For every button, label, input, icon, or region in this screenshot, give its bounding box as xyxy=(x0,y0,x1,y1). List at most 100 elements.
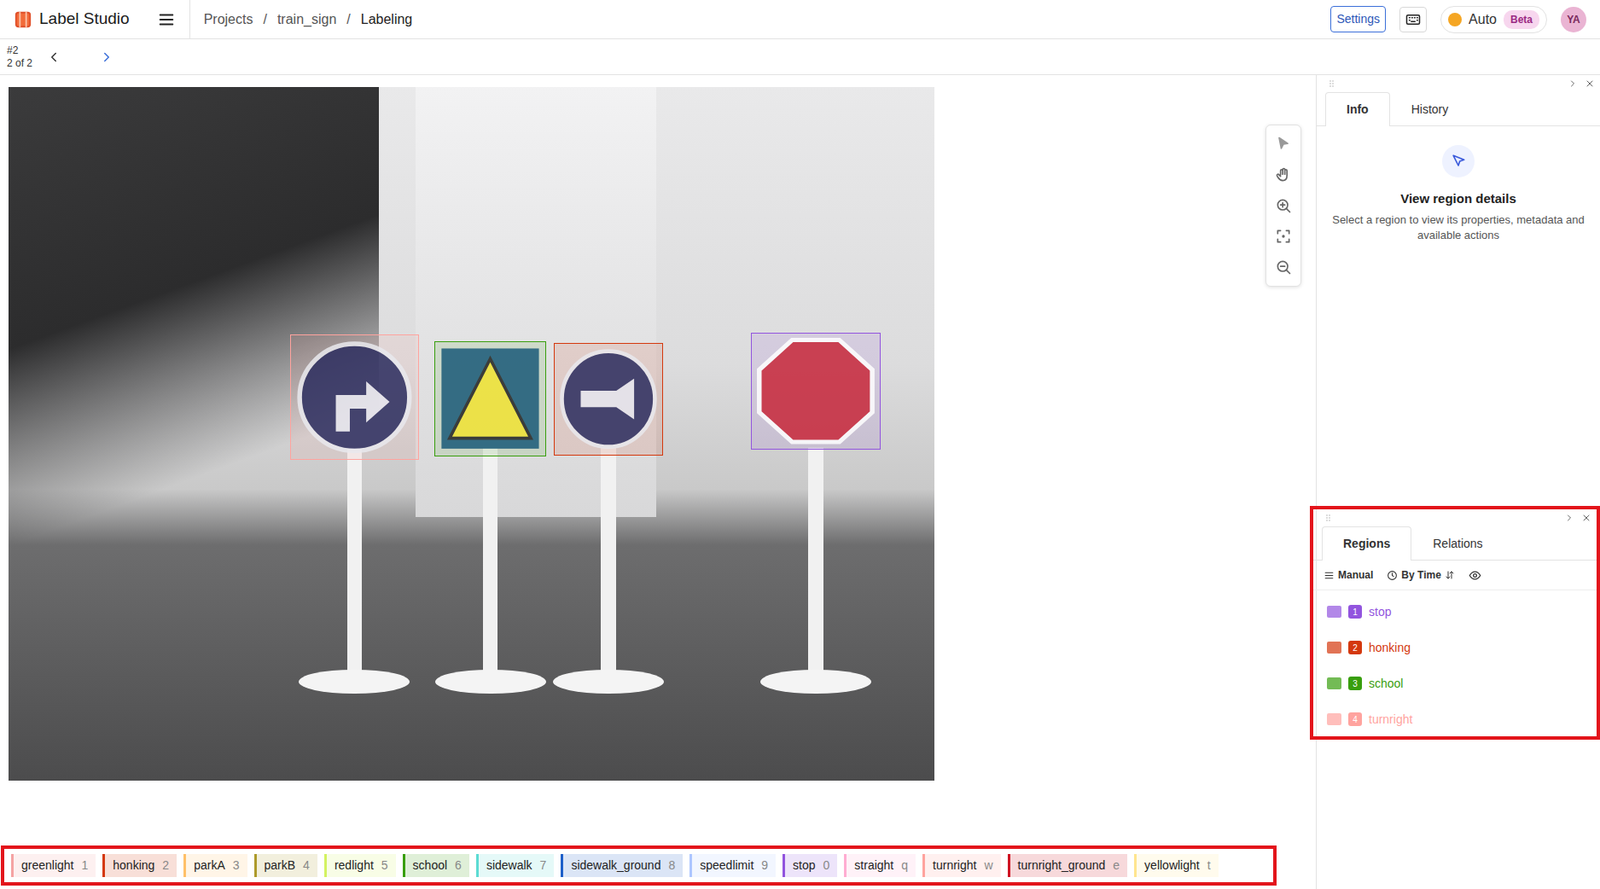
settings-button[interactable]: Settings xyxy=(1330,5,1386,33)
order-button[interactable]: By Time xyxy=(1386,567,1455,583)
region-box[interactable] xyxy=(290,334,419,460)
eye-icon[interactable] xyxy=(1468,569,1482,582)
label-name: yellowlight xyxy=(1144,858,1200,873)
info-title: View region details xyxy=(1330,189,1587,210)
label-chip[interactable]: yellowlightt xyxy=(1134,854,1218,878)
breadcrumb-separator: / xyxy=(262,9,267,30)
panel-header[interactable] xyxy=(1313,509,1597,527)
tool-button[interactable] xyxy=(1266,128,1301,160)
breadcrumb: Projects/train_sign/Labeling xyxy=(203,9,414,30)
photo-base xyxy=(760,669,872,694)
collapse-icon xyxy=(1567,78,1578,89)
info-panel: InfoHistoryView region detailsSelect a r… xyxy=(1316,75,1600,507)
label-chip[interactable]: sidewalk7 xyxy=(476,854,555,878)
regions-toolbar: Manual By Time xyxy=(1313,560,1597,591)
region-item[interactable]: 2honking xyxy=(1313,629,1597,666)
region-shape-icon xyxy=(1326,641,1342,654)
region-label: school xyxy=(1368,674,1403,693)
divider xyxy=(189,0,191,39)
region-index: 3 xyxy=(1348,676,1362,691)
label-chip[interactable]: sidewalk_ground 8 xyxy=(560,854,683,878)
label-hotkey: 1 xyxy=(81,858,89,873)
panel-tab[interactable]: Relations xyxy=(1411,526,1504,561)
label-name: school xyxy=(413,858,448,873)
photo-pole xyxy=(347,448,362,684)
label-chip[interactable]: parkA3 xyxy=(183,854,247,878)
tool-button[interactable] xyxy=(1266,190,1301,222)
close-icon xyxy=(1584,78,1595,89)
sort-button[interactable]: Manual xyxy=(1323,567,1374,583)
label-chip[interactable]: redlight5 xyxy=(324,854,396,878)
breadcrumb-item[interactable]: Labeling xyxy=(360,9,414,30)
hotkeys-button[interactable] xyxy=(1399,6,1427,33)
logo[interactable]: Label Studio xyxy=(13,6,130,32)
label-chip[interactable]: speedlimit 9 xyxy=(689,854,776,878)
breadcrumb-item[interactable]: train_sign xyxy=(277,9,337,30)
label-chip[interactable]: parkB4 xyxy=(254,854,318,878)
label-name: sidewalk_ground xyxy=(570,858,661,873)
label-chip[interactable]: straightq xyxy=(843,854,916,878)
region-item[interactable]: 3 school xyxy=(1313,665,1597,702)
label-bar: greenlight 1 honking2parkA3 parkB4redlight5… xyxy=(0,845,1277,886)
user-avatar[interactable]: YA xyxy=(1560,6,1587,33)
tool-bar xyxy=(1265,124,1302,287)
tool-button[interactable] xyxy=(1266,251,1301,283)
label-name: turnright_ground xyxy=(1018,858,1106,873)
prev-icon[interactable] xyxy=(46,49,62,65)
header-actions: Settings AutoBeta YA xyxy=(1330,5,1587,34)
label-hotkey: 7 xyxy=(540,858,547,873)
region-item[interactable]: 4turnright xyxy=(1313,701,1597,738)
breadcrumb-item[interactable]: Projects xyxy=(203,9,254,30)
label-chip[interactable]: turnright_ground e xyxy=(1007,854,1129,878)
tool-button[interactable] xyxy=(1266,221,1301,252)
label-hotkey: 0 xyxy=(823,858,831,873)
photo-base xyxy=(435,669,547,694)
panel-controls xyxy=(1567,78,1595,89)
zoom-in-icon xyxy=(1274,197,1292,215)
sign-shape xyxy=(558,348,658,450)
image-canvas[interactable] xyxy=(8,87,935,781)
next-icon[interactable] xyxy=(98,49,115,65)
info-text: Select a region to view its properties, … xyxy=(1330,212,1587,245)
photo-base xyxy=(298,669,410,694)
beta-badge: Beta xyxy=(1503,10,1540,30)
photo-pole xyxy=(482,448,498,684)
label-name: speedlimit xyxy=(699,858,754,873)
region-shape-icon xyxy=(1326,713,1342,726)
pointer-icon xyxy=(1274,135,1292,153)
canvas-area xyxy=(0,75,1316,781)
region-box[interactable] xyxy=(750,332,881,450)
label-chip[interactable]: stop0 xyxy=(782,854,838,878)
panel-tab[interactable]: Regions xyxy=(1321,526,1412,561)
label-name: straight xyxy=(854,858,894,873)
regions-panel: RegionsRelations Manual By Time 1stop2honki… xyxy=(1309,506,1600,740)
panel-tab[interactable]: Info xyxy=(1325,92,1391,127)
drag-icon xyxy=(1326,78,1338,89)
label-hotkey: 8 xyxy=(668,858,675,873)
mode-toggle[interactable]: AutoBeta xyxy=(1440,5,1548,34)
info-body: View region detailsSelect a region to vi… xyxy=(1316,126,1600,263)
sign-shape xyxy=(296,340,414,455)
region-box[interactable] xyxy=(434,341,547,457)
label-name: redlight xyxy=(334,858,374,873)
spacer xyxy=(0,780,1316,846)
panel-controls xyxy=(1564,512,1592,524)
region-box[interactable] xyxy=(553,343,664,456)
close-icon xyxy=(1581,512,1592,524)
photo-pole xyxy=(600,448,616,684)
label-chip[interactable]: greenlight 1 xyxy=(11,854,96,878)
menu-icon[interactable] xyxy=(157,10,176,30)
panel-tab[interactable]: History xyxy=(1390,92,1471,127)
drag-icon xyxy=(1323,512,1334,524)
logo-text: Label Studio xyxy=(39,6,130,32)
label-hotkey: 9 xyxy=(761,858,768,873)
label-chip[interactable]: turnrightw xyxy=(922,854,1001,878)
label-name: greenlight xyxy=(21,858,75,873)
logo-icon xyxy=(13,10,33,30)
label-chip[interactable]: school6 xyxy=(402,854,470,878)
panel-header[interactable] xyxy=(1316,75,1600,93)
label-hotkey: e xyxy=(1112,858,1120,873)
label-chip[interactable]: honking2 xyxy=(102,854,177,878)
tool-button[interactable] xyxy=(1266,159,1301,191)
region-item[interactable]: 1stop xyxy=(1313,593,1597,630)
